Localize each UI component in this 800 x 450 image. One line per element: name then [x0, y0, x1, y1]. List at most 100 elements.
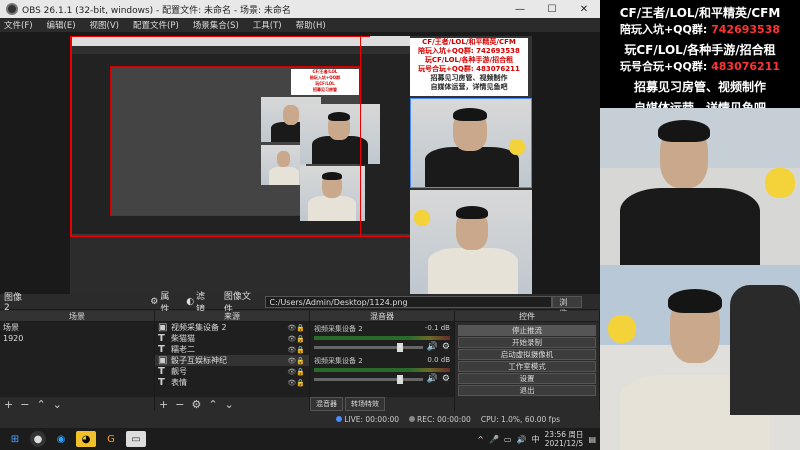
menu-view[interactable]: 视图(V): [90, 19, 119, 31]
mixer-tabs: 混音器 转场特效: [310, 397, 387, 411]
source-item[interactable]: T 柴猫猫 👁🔒: [155, 333, 309, 344]
add-icon[interactable]: +: [4, 398, 13, 411]
exit-button[interactable]: 退出: [458, 385, 596, 396]
settings-button[interactable]: 设置: [458, 373, 596, 384]
sources-toolbar: + − ⚙ ⌃ ⌄: [155, 397, 309, 411]
studio-mode-button[interactable]: 工作室模式: [458, 361, 596, 372]
source-type-icon: ▣: [158, 355, 168, 366]
eye-icon[interactable]: 👁🔒: [287, 379, 305, 387]
eye-icon[interactable]: 👁🔒: [287, 335, 305, 343]
source-item[interactable]: ▣ 视频采集设备 2 👁🔒: [155, 322, 309, 333]
overlay-banner: CF/王者/LOL/和平精英/CFM 陪玩入坑+QQ群: 742693538 玩…: [600, 0, 800, 115]
preview-cam-selected[interactable]: [410, 98, 532, 188]
menu-bar: 文件(F) 编辑(E) 视图(V) 配置文件(P) 场景集合(S) 工具(T) …: [0, 18, 600, 32]
source-item[interactable]: ▣ 骰子互娱标神纪 👁🔒: [155, 355, 309, 366]
source-label: 糯老二: [171, 345, 195, 354]
stream-output-panel: CF/王者/LOL/和平精英/CFM 陪玩入坑+QQ群: 742693538 玩…: [600, 0, 800, 450]
gear-icon[interactable]: ⚙: [150, 297, 158, 307]
bounding-box-bottom: [70, 236, 410, 237]
remove-icon[interactable]: −: [175, 398, 184, 411]
chevron-up-icon[interactable]: ⌃: [208, 398, 217, 411]
scenes-toolbar: + − ⌃ ⌄: [0, 397, 154, 411]
app-icon[interactable]: ◕: [76, 431, 96, 447]
browse-button[interactable]: 浏览: [552, 295, 583, 318]
tray-chevron-icon[interactable]: ^: [477, 435, 484, 444]
add-icon[interactable]: +: [159, 398, 168, 411]
tab-transitions[interactable]: 转场特效: [345, 397, 385, 411]
bounding-box-top: [70, 36, 370, 37]
scene-item[interactable]: 场景: [0, 322, 154, 333]
eye-icon[interactable]: 👁🔒: [287, 346, 305, 354]
mic-icon[interactable]: 🎤: [489, 435, 499, 444]
source-type-icon: T: [158, 366, 165, 377]
obs-taskbar-icon[interactable]: ●: [30, 431, 46, 447]
gear-icon[interactable]: ⚙: [442, 374, 450, 384]
nested-cam-large: [300, 104, 380, 164]
source-label: 视频采集设备 2: [171, 323, 227, 332]
image-path-input[interactable]: C:/Users/Admin/Desktop/1124.png: [265, 295, 553, 308]
system-tray: ^ 🎤 ▭ 🔊 中 23:56 周日 2021/12/5 ▤: [477, 430, 600, 448]
remove-icon[interactable]: −: [20, 398, 29, 411]
eye-icon[interactable]: 👁🔒: [287, 324, 305, 332]
maximize-button[interactable]: ☐: [536, 0, 568, 18]
volume-slider[interactable]: [314, 374, 423, 384]
menu-tools[interactable]: 工具(T): [253, 19, 282, 31]
mixer-dock: 混音器 视频采集设备 2 -0.1 dB 🔊 ⚙ 视频采集设备 2 0.0 dB 🔊 ⚙…: [310, 311, 455, 411]
nested-title-bar: [70, 36, 410, 46]
chevron-up-icon[interactable]: ⌃: [36, 398, 45, 411]
eye-icon[interactable]: 👁🔒: [287, 368, 305, 376]
window-icon[interactable]: ▭: [126, 431, 146, 447]
source-label: 表情: [171, 378, 187, 387]
source-item[interactable]: T 靓号 👁🔒: [155, 366, 309, 377]
windows-start-icon[interactable]: ⊞: [5, 431, 25, 447]
preview-area[interactable]: CF/王者/LOL 陪玩入坑+QQ群 玩CF/LOL 招募见习房管 CF/王者/…: [0, 32, 600, 294]
volume-icon[interactable]: 🔊: [516, 435, 526, 444]
windows-taskbar: ⊞ ● ◉ ◕ G ▭ ^ 🎤 ▭ 🔊 中 23:56 周日 2021/12/5…: [0, 428, 600, 450]
speaker-icon[interactable]: 🔊: [427, 342, 438, 352]
chevron-down-icon[interactable]: ⌄: [53, 398, 62, 411]
preview-overlay-text: CF/王者/LOL/和平精英/CFM 陪玩入坑+QQ群: 742693538 玩…: [410, 38, 528, 96]
gear-icon[interactable]: ⚙: [442, 342, 450, 352]
source-type-icon: T: [158, 344, 165, 355]
eye-icon[interactable]: 👁🔒: [287, 357, 305, 365]
menu-file[interactable]: 文件(F): [4, 19, 33, 31]
preview-canvas[interactable]: CF/王者/LOL 陪玩入坑+QQ群 玩CF/LOL 招募见习房管 CF/王者/…: [70, 36, 532, 294]
menu-help[interactable]: 帮助(H): [296, 19, 326, 31]
nested-preview: CF/王者/LOL 陪玩入坑+QQ群 玩CF/LOL 招募见习房管: [70, 54, 410, 234]
source-item[interactable]: T 表情 👁🔒: [155, 377, 309, 388]
scene-item[interactable]: 1920: [0, 333, 154, 344]
clock[interactable]: 23:56 周日 2021/12/5: [544, 430, 583, 448]
channel-db: 0.0 dB: [427, 356, 450, 364]
browser-icon[interactable]: ◉: [51, 431, 71, 447]
tab-mixer[interactable]: 混音器: [310, 397, 343, 411]
obs-logo-icon: [6, 3, 18, 15]
start-recording-button[interactable]: 开始录制: [458, 337, 596, 348]
nested-overlay: CF/王者/LOL 陪玩入坑+QQ群 玩CF/LOL 招募见习房管: [291, 69, 359, 95]
menu-profile[interactable]: 配置文件(P): [133, 19, 179, 31]
menu-scene-collection[interactable]: 场景集合(S): [193, 19, 239, 31]
ime-icon[interactable]: 中: [531, 434, 539, 445]
source-item[interactable]: T 糯老二 👁🔒: [155, 344, 309, 355]
notification-icon[interactable]: ▤: [588, 435, 596, 444]
game-icon[interactable]: G: [101, 431, 121, 447]
live-dot-icon: [336, 416, 343, 422]
volume-slider[interactable]: [314, 342, 423, 352]
bounding-box-left: [70, 36, 72, 236]
scenes-list: 场景 1920: [0, 322, 154, 397]
minimize-button[interactable]: —: [504, 0, 536, 18]
channel-name: 视频采集设备 2: [314, 357, 363, 365]
filter-icon[interactable]: ◐: [186, 297, 194, 307]
network-icon[interactable]: ▭: [504, 435, 512, 444]
channel-db: -0.1 dB: [424, 324, 450, 332]
scenes-title: 场景: [0, 311, 154, 322]
chevron-down-icon[interactable]: ⌄: [225, 398, 234, 411]
controls-dock: 控件 停止推流 开始录制 启动虚拟摄像机 工作室模式 设置 退出: [455, 311, 600, 411]
menu-edit[interactable]: 编辑(E): [47, 19, 76, 31]
stop-streaming-button[interactable]: 停止推流: [458, 325, 596, 336]
gear-icon[interactable]: ⚙: [191, 398, 201, 411]
current-source-label: 图像 2: [4, 293, 23, 313]
speaker-icon[interactable]: 🔊: [427, 374, 438, 384]
start-virtual-camera-button[interactable]: 启动虚拟摄像机: [458, 349, 596, 360]
webcam-view-2: [600, 265, 800, 450]
close-button[interactable]: ✕: [568, 0, 600, 18]
